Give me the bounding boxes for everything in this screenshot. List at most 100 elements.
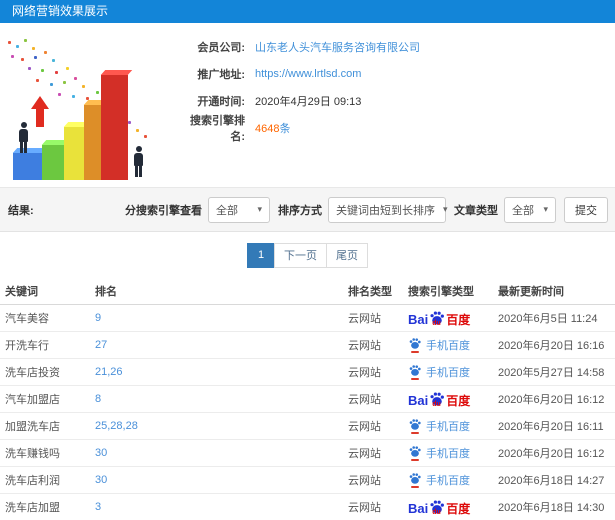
rank-cell[interactable]: 30 (95, 447, 348, 459)
hero-section: 会员公司: 山东老人头汽车服务咨询有限公司 推广地址: https://www.… (0, 23, 615, 188)
mobile-baidu-paw-icon (408, 337, 422, 353)
sort-filter-select[interactable]: 关键词由短到长排序 ▾ (328, 196, 448, 223)
sort-filter-label: 排序方式 (278, 204, 322, 217)
engine-rank-label: 搜索引擎排名: (190, 114, 245, 143)
rank-cell[interactable]: 3 (95, 501, 348, 513)
next-page-button[interactable]: 下一页 (274, 242, 327, 268)
table-header-row: 关键词 排名 排名类型 搜索引擎类型 最新更新时间 (0, 278, 615, 305)
table-row: 洗车店加盟 3 云网站 Bai du 百度 2020年6月18日 14:30 (0, 494, 615, 520)
page-title: 网络营销效果展示 (12, 4, 109, 18)
engine-filter-select[interactable]: 全部 ▾ (208, 196, 270, 223)
table-row: 洗车店利润 30 云网站 Bai du 百度 (0, 467, 615, 494)
info-row-rank-count: 搜索引擎排名: 4648条 (177, 114, 420, 143)
update-time-cell: 2020年6月5日 11:24 (498, 313, 598, 325)
rank-cell[interactable]: 27 (95, 339, 348, 351)
keyword-cell: 洗车店投资 (5, 367, 60, 379)
engine-filter-label: 分搜索引擎查看 (125, 204, 202, 217)
keyword-cell: 洗车店利润 (5, 475, 60, 487)
chevron-down-icon: ▾ (257, 204, 262, 214)
engine-type-cell: Bai du 百度 (408, 499, 498, 516)
bar-red (101, 75, 128, 180)
rank-type-cell: 云网站 (348, 367, 381, 379)
rank-cell[interactable]: 9 (95, 312, 348, 324)
chevron-down-icon: ▾ (443, 204, 448, 214)
col-header-engine-type: 搜索引擎类型 (408, 286, 474, 298)
promo-url-link[interactable]: https://www.lrtlsd.com (255, 68, 361, 80)
col-header-rank-type: 排名类型 (348, 286, 392, 298)
mobile-baidu-paw-icon (408, 472, 422, 488)
engine-type-cell: Bai du 百度 (408, 472, 498, 488)
engine-type-cell: Bai du 百度 (408, 418, 498, 434)
page-number-current[interactable]: 1 (247, 242, 275, 268)
mobile-baidu-logo: 手机百度 (408, 445, 470, 461)
table-row: 汽车加盟店 8 云网站 Bai du 百度 2020年6月20日 16:12 (0, 386, 615, 413)
businessman-figure-right (134, 146, 143, 177)
engine-type-cell: Bai du 百度 (408, 310, 498, 327)
filter-group: 分搜索引擎查看 全部 ▾ 排序方式 关键词由短到长排序 ▾ 文章类型 全部 ▾ … (117, 196, 608, 223)
col-header-keyword: 关键词 (5, 286, 38, 298)
table-row: 加盟洗车店 25,28,28 云网站 Bai du 百度 (0, 413, 615, 440)
update-time-cell: 2020年6月20日 16:16 (498, 340, 605, 352)
engine-type-cell: Bai du 百度 (408, 364, 498, 380)
baidu-paw-icon: du (429, 499, 445, 516)
update-time-cell: 2020年6月18日 14:27 (498, 475, 605, 487)
titlebar: 网络营销效果展示 (0, 0, 615, 23)
filter-bar: 结果: 分搜索引擎查看 全部 ▾ 排序方式 关键词由短到长排序 ▾ 文章类型 全… (0, 188, 615, 232)
pagination: 1 下一页 尾页 (247, 242, 368, 268)
rank-cell[interactable]: 25,28,28 (95, 420, 348, 432)
update-time-cell: 2020年6月20日 16:12 (498, 394, 605, 406)
article-type-select[interactable]: 全部 ▾ (504, 196, 556, 223)
mobile-baidu-paw-icon (408, 445, 422, 461)
info-row-url: 推广地址: https://www.lrtlsd.com (177, 60, 420, 87)
keyword-cell: 开洗车行 (5, 340, 49, 352)
update-time-cell: 2020年6月20日 16:12 (498, 448, 605, 460)
table-row: 洗车赚钱吗 30 云网站 Bai du 百度 (0, 440, 615, 467)
update-time-cell: 2020年6月18日 14:30 (498, 502, 605, 514)
chevron-down-icon: ▾ (543, 204, 548, 214)
update-time-cell: 2020年5月27日 14:58 (498, 367, 605, 379)
table-row: 洗车店投资 21,26 云网站 Bai du 百度 (0, 359, 615, 386)
last-page-button[interactable]: 尾页 (326, 242, 368, 268)
engine-type-cell: Bai du 百度 (408, 337, 498, 353)
article-type-label: 文章类型 (454, 204, 498, 217)
rank-type-cell: 云网站 (348, 313, 381, 325)
table-row: 汽车美容 9 云网站 Bai du 百度 2020年6月5日 11:24 (0, 305, 615, 332)
rank-cell[interactable]: 8 (95, 393, 348, 405)
mobile-baidu-paw-icon (408, 364, 422, 380)
keyword-cell: 汽车加盟店 (5, 394, 60, 406)
company-link[interactable]: 山东老人头汽车服务咨询有限公司 (255, 39, 420, 55)
rank-count: 4648 (255, 122, 280, 135)
rank-cell[interactable]: 21,26 (95, 366, 348, 378)
baidu-logo: Bai du 百度 (408, 499, 471, 516)
table-row: 开洗车行 27 云网站 Bai du 百度 (0, 332, 615, 359)
open-time-value: 2020年4月29日 09:13 (255, 95, 362, 108)
businessman-figure-left (19, 122, 28, 153)
mobile-baidu-logo: 手机百度 (408, 337, 470, 353)
member-info: 会员公司: 山东老人头汽车服务咨询有限公司 推广地址: https://www.… (177, 33, 420, 143)
rank-cell[interactable]: 30 (95, 474, 348, 486)
col-header-update-time: 最新更新时间 (498, 286, 564, 298)
page: 网络营销效果展示 会员公司: 山东老人头汽车服务咨询有限公司 推广地址: htt… (0, 0, 615, 520)
keyword-cell: 洗车赚钱吗 (5, 448, 60, 460)
update-time-cell: 2020年6月20日 16:11 (498, 421, 604, 433)
up-arrow-icon (31, 96, 49, 127)
mobile-baidu-logo: 手机百度 (408, 472, 470, 488)
result-label: 结果: (8, 204, 34, 217)
engine-type-cell: Bai du 百度 (408, 391, 498, 408)
baidu-paw-icon: du (429, 391, 445, 408)
growth-chart-illustration (0, 35, 185, 185)
mobile-baidu-paw-icon (408, 418, 422, 434)
submit-button[interactable]: 提交 (564, 196, 608, 223)
mobile-baidu-logo: 手机百度 (408, 364, 470, 380)
engine-rank-value: 4648条 (255, 120, 290, 136)
results-table: 关键词 排名 排名类型 搜索引擎类型 最新更新时间 汽车美容 9 云网站 Bai (0, 278, 615, 520)
keyword-cell: 洗车店加盟 (5, 502, 60, 514)
rank-unit: 条 (279, 122, 291, 135)
rank-type-cell: 云网站 (348, 448, 381, 460)
keyword-cell: 加盟洗车店 (5, 421, 60, 433)
info-row-company: 会员公司: 山东老人头汽车服务咨询有限公司 (177, 33, 420, 60)
rank-type-cell: 云网站 (348, 421, 381, 433)
promo-url-label: 推广地址: (197, 68, 245, 81)
baidu-logo: Bai du 百度 (408, 391, 471, 408)
engine-type-cell: Bai du 百度 (408, 445, 498, 461)
